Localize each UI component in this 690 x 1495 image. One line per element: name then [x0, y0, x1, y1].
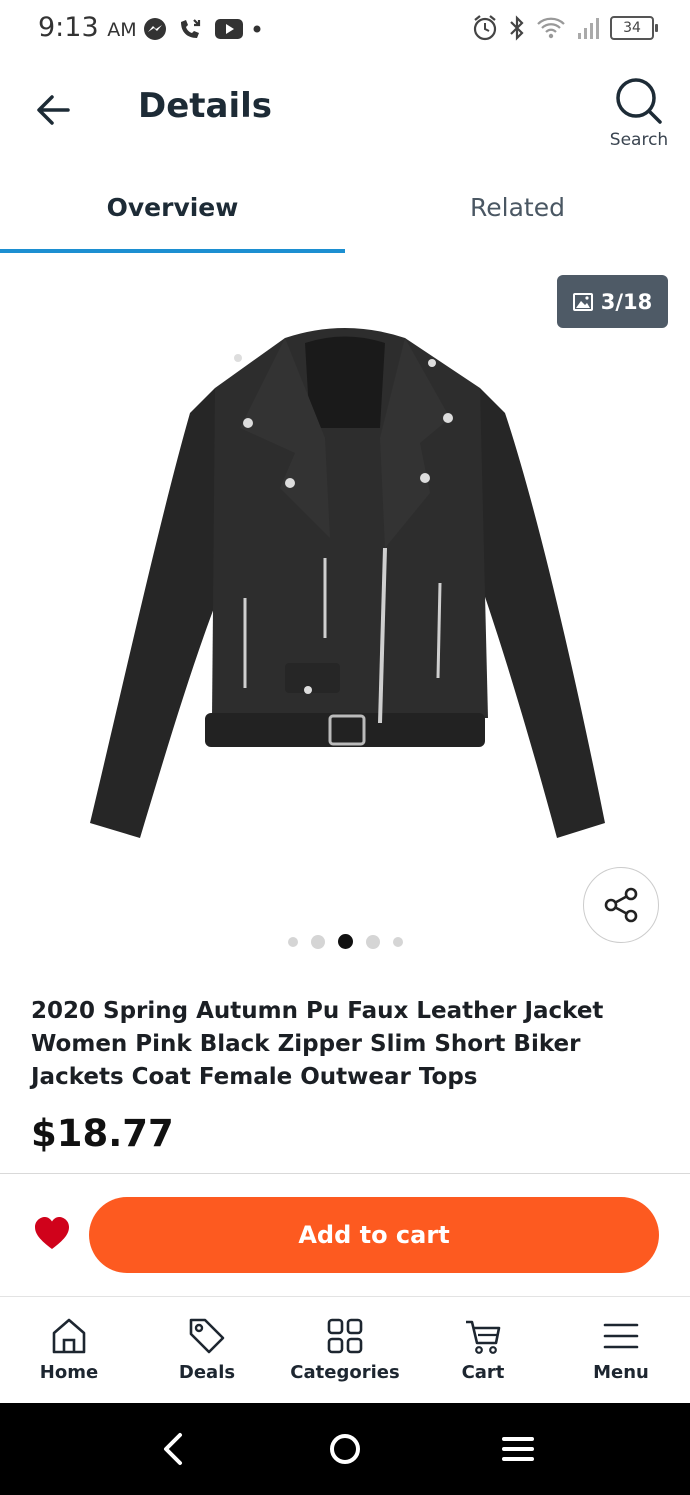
app-header: Details Search: [0, 58, 690, 158]
system-home-button[interactable]: [321, 1425, 369, 1473]
status-time: 9:13 AM: [38, 12, 137, 43]
system-back-button[interactable]: [150, 1425, 198, 1473]
favorite-button[interactable]: [32, 1214, 72, 1254]
product-price: $18.77: [31, 1112, 174, 1155]
circle-home-icon: [330, 1434, 360, 1464]
gallery-pagination: [0, 934, 690, 949]
recents-icon: [502, 1437, 534, 1461]
product-image-gallery[interactable]: 3/18: [0, 258, 690, 968]
nav-home-label: Home: [39, 1362, 99, 1383]
youtube-icon: [215, 19, 243, 39]
bluetooth-icon: [510, 15, 524, 41]
pagination-dot-active[interactable]: [337, 934, 353, 949]
chevron-left-icon: [164, 1433, 182, 1465]
status-ampm: AM: [107, 19, 137, 41]
nav-menu-label: Menu: [593, 1362, 649, 1383]
grid-icon: [327, 1318, 363, 1354]
image-counter-text: 3/18: [600, 289, 653, 314]
system-navigation-bar: [0, 1403, 690, 1495]
tab-overview[interactable]: Overview: [0, 170, 345, 252]
nav-menu[interactable]: Menu: [552, 1316, 690, 1383]
pagination-dot[interactable]: [392, 936, 403, 947]
arrow-left-icon: [37, 95, 70, 125]
status-clock: 9:13: [38, 12, 99, 43]
search-label: Search: [609, 130, 669, 150]
pagination-dot[interactable]: [310, 934, 325, 949]
tab-bar: Overview Related: [0, 170, 690, 256]
nav-cart[interactable]: Cart: [414, 1316, 552, 1383]
system-icons: 34: [472, 14, 658, 42]
nav-home[interactable]: Home: [0, 1316, 138, 1383]
wifi-icon: [537, 17, 565, 39]
nav-deals[interactable]: Deals: [138, 1316, 276, 1383]
tag-icon: [189, 1318, 225, 1354]
pagination-dot[interactable]: [287, 936, 298, 947]
product-title: 2020 Spring Autumn Pu Faux Leather Jacke…: [31, 998, 604, 1090]
menu-icon: [603, 1323, 639, 1349]
more-notifications-icon: [253, 25, 261, 33]
status-bar: 9:13 AM 34: [0, 0, 690, 58]
divider: [0, 1173, 690, 1174]
share-button[interactable]: [583, 867, 659, 943]
share-icon: [604, 887, 638, 923]
active-tab-indicator: [0, 249, 345, 253]
image-icon: [572, 292, 593, 311]
notification-icons: [142, 16, 261, 42]
tab-related[interactable]: Related: [345, 170, 690, 252]
battery-indicator: 34: [610, 16, 658, 40]
heart-icon: [35, 1217, 69, 1249]
add-to-cart-button[interactable]: Add to cart: [89, 1197, 659, 1273]
pagination-dot[interactable]: [365, 934, 380, 949]
cart-icon: [466, 1320, 501, 1354]
product-image-jacket: [90, 328, 605, 838]
back-button[interactable]: [30, 86, 78, 134]
page-title: Details: [138, 86, 273, 126]
system-recents-button[interactable]: [494, 1425, 542, 1473]
alarm-icon: [473, 15, 497, 41]
messenger-icon: [144, 18, 166, 40]
nav-categories-label: Categories: [290, 1362, 400, 1383]
nav-deals-label: Deals: [178, 1362, 236, 1383]
signal-icon: [578, 18, 599, 39]
search-button[interactable]: Search: [608, 76, 670, 150]
bottom-navigation: Home Deals Categories Cart Menu: [0, 1298, 690, 1403]
home-icon: [52, 1318, 86, 1354]
search-icon: [616, 78, 662, 124]
nav-categories[interactable]: Categories: [276, 1316, 414, 1383]
nav-cart-label: Cart: [461, 1362, 505, 1383]
missed-call-icon: [181, 19, 201, 38]
divider: [0, 1296, 690, 1297]
